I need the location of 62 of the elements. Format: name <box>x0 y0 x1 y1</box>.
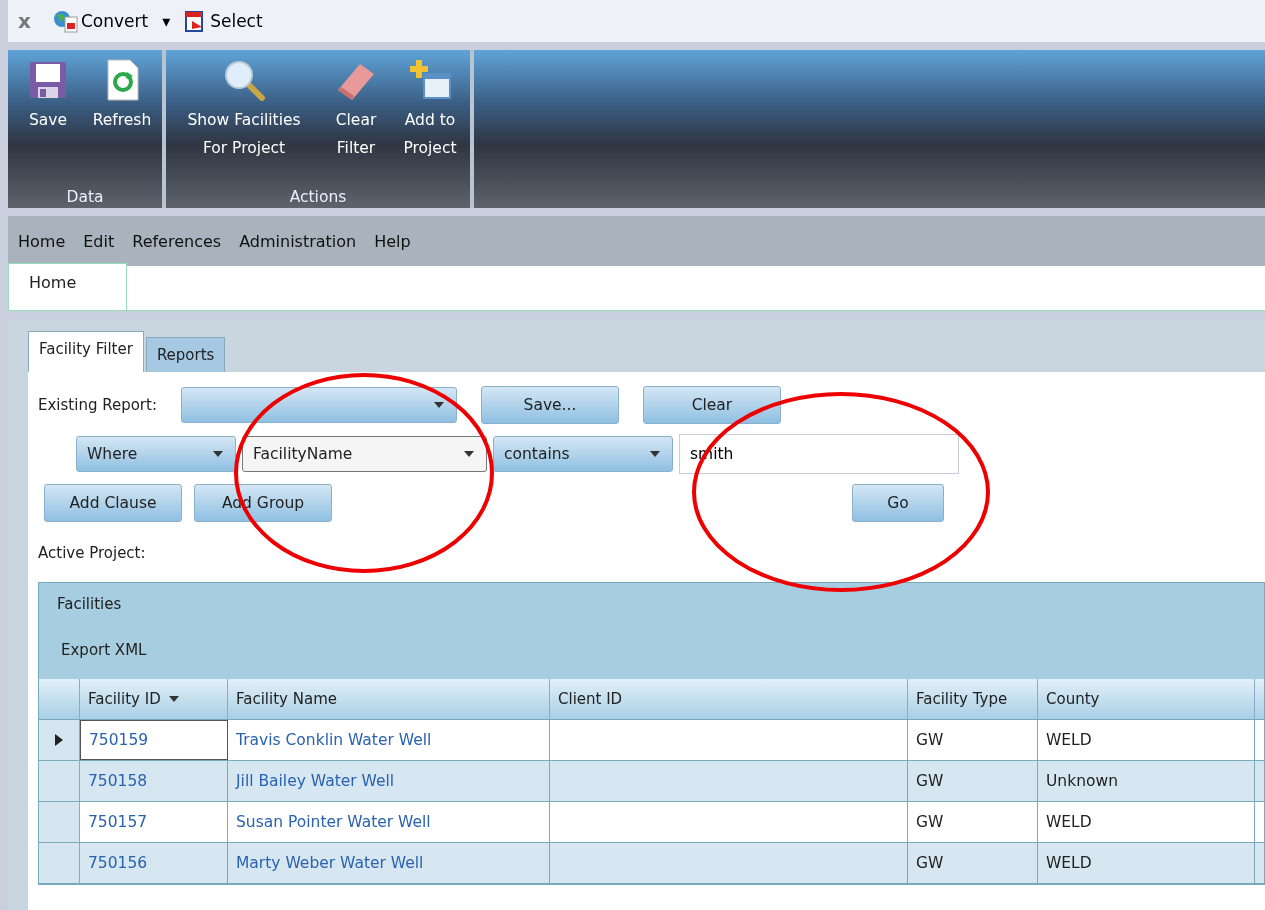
column-header[interactable]: Facility Type <box>908 679 1038 719</box>
globe-document-icon <box>52 9 79 33</box>
refresh-button[interactable]: Refresh <box>86 50 158 188</box>
current-row-icon <box>55 734 63 746</box>
menu-item[interactable]: Edit <box>83 231 115 251</box>
ribbon-group-label: Data <box>66 188 104 208</box>
go-button[interactable]: Go <box>852 484 944 522</box>
caret-icon <box>433 402 444 408</box>
field-dropdown[interactable]: FacilityName <box>242 436 487 472</box>
menu-item[interactable]: Administration <box>239 231 357 251</box>
table-cell: GW <box>908 802 1038 842</box>
caret-icon <box>650 451 660 457</box>
export-xml-link[interactable]: Export XML <box>39 641 147 679</box>
select-button[interactable]: Select <box>184 9 263 33</box>
table-cell[interactable]: Travis Conklin Water Well <box>228 720 550 760</box>
convert-button[interactable]: Convert <box>52 9 149 33</box>
table-cell[interactable]: 750157 <box>80 802 228 842</box>
filter-tab[interactable]: Reports <box>145 337 226 372</box>
sort-caret-icon <box>168 696 179 702</box>
ribbon-group-label: Actions <box>289 188 347 208</box>
menu-item[interactable]: Help <box>374 231 411 251</box>
clause-button[interactable]: Add Clause <box>44 484 182 522</box>
row-selector[interactable] <box>39 720 80 760</box>
table-cell: WELD <box>1038 843 1255 883</box>
search-icon <box>222 58 266 102</box>
dropdown-button[interactable]: ▾ <box>162 11 171 31</box>
table-cell: GW <box>908 720 1038 760</box>
column-header[interactable]: County <box>1038 679 1255 719</box>
save-button[interactable]: Save <box>12 50 84 188</box>
search-button[interactable]: Show Facilities For Project <box>170 50 318 188</box>
table-cell: WELD <box>1038 720 1255 760</box>
table-cell: Unknown <box>1038 761 1255 801</box>
close-button[interactable]: x <box>18 9 31 33</box>
menu-item[interactable]: Home <box>18 231 66 251</box>
add-button[interactable]: Add to Project <box>394 50 466 188</box>
report-button[interactable]: Save... <box>480 386 619 424</box>
report-button[interactable]: Clear <box>642 386 781 424</box>
table-cell: WELD <box>1038 802 1255 842</box>
table-cell[interactable]: Susan Pointer Water Well <box>228 802 550 842</box>
table-cell[interactable]: Marty Weber Water Well <box>228 843 550 883</box>
add-table-icon <box>408 58 452 102</box>
caret-icon <box>213 451 223 457</box>
existing-report-label: Existing Report: <box>38 396 157 414</box>
eraser-button[interactable]: Clear Filter <box>320 50 392 188</box>
table-cell[interactable]: Jill Bailey Water Well <box>228 761 550 801</box>
joiner-dropdown[interactable]: Where <box>76 436 236 472</box>
table-cell: GW <box>908 843 1038 883</box>
table-cell: GW <box>908 761 1038 801</box>
table-cell[interactable]: 750159 <box>80 720 228 760</box>
active-project-label: Active Project: <box>38 544 147 562</box>
operator-dropdown[interactable]: contains <box>493 436 673 472</box>
filter-tab[interactable]: Facility Filter <box>28 331 144 372</box>
report-dropdown[interactable] <box>180 387 457 423</box>
column-header[interactable]: Facility Name <box>228 679 550 719</box>
table-cell[interactable]: 750158 <box>80 761 228 801</box>
caret-icon <box>464 451 474 457</box>
menu-item[interactable]: References <box>132 231 222 251</box>
column-header[interactable]: Client ID <box>550 679 908 719</box>
document-tab[interactable]: Home <box>8 263 128 310</box>
grid-title: Facilities <box>56 595 122 615</box>
column-header[interactable]: Facility ID <box>80 679 228 719</box>
table-cell[interactable]: 750156 <box>80 843 228 883</box>
